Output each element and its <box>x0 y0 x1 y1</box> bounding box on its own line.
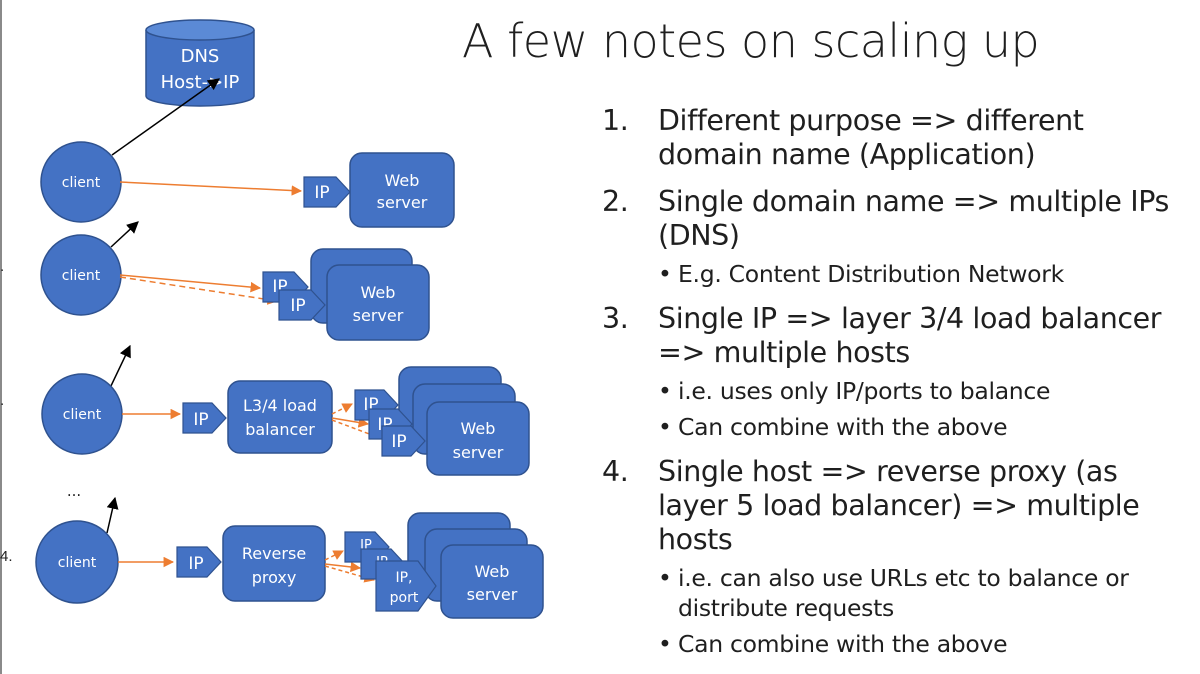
web-server-label: server <box>377 193 428 212</box>
sub-item: E.g. Content Distribution Network <box>658 259 1190 289</box>
slide: . . 4. DNS Host->IP client IP Web server… <box>0 0 1200 674</box>
web-server-box <box>326 264 430 341</box>
load-balancer-label: L3/4 load <box>243 396 317 415</box>
row-3: client IP L3/4 load balancer IP IP Web s… <box>41 366 530 476</box>
note-text: Different purpose => different domain na… <box>658 104 1084 171</box>
web-server-label: server <box>467 585 518 604</box>
note-text: Single IP => layer 3/4 load balancer => … <box>658 302 1162 369</box>
sub-item: i.e. uses only IP/ports to balance <box>658 376 1190 406</box>
note-text: Single domain name => multiple IPs (DNS) <box>658 185 1169 252</box>
note-item: 1. Different purpose => different domain… <box>600 104 1190 172</box>
forward-arrow <box>331 403 353 415</box>
dns-lookup-arrow <box>106 496 119 534</box>
web-server-box <box>440 544 544 619</box>
ip-label: IP <box>391 432 406 452</box>
dns-label: DNS <box>181 46 220 67</box>
request-arrow <box>119 274 262 293</box>
dns-lookup-arrow <box>109 344 131 389</box>
forward-arrow <box>324 561 362 573</box>
ip-label: IP <box>314 183 329 203</box>
ip-port-label: IP, <box>395 570 412 586</box>
client-label: client <box>63 407 102 423</box>
note-number: 3. <box>602 302 629 335</box>
request-arrow-dashed <box>119 276 279 305</box>
notes-list: 1. Different purpose => different domain… <box>600 104 1190 659</box>
web-server-label: server <box>353 306 404 325</box>
note-number: 1. <box>602 104 629 137</box>
forward-arrow <box>324 550 344 561</box>
client-label: client <box>62 175 101 191</box>
note-item: 3. Single IP => layer 3/4 load balancer … <box>600 302 1190 442</box>
ip-port-label: port <box>390 590 419 606</box>
row-1: client IP Web server <box>40 141 455 228</box>
row-2: client IP Web server IP <box>40 234 430 341</box>
row-4: client IP Reverse proxy IP IP Web server… <box>35 512 544 619</box>
client-label: client <box>62 268 101 284</box>
note-text: Single host => reverse proxy (as layer 5… <box>658 455 1140 556</box>
ip-label: IP <box>290 296 305 316</box>
dns-lookup-arrow <box>110 221 139 248</box>
note-item: 2. Single domain name => multiple IPs (D… <box>600 185 1190 289</box>
load-balancer-box <box>227 380 333 454</box>
web-server-label: Web <box>475 562 510 581</box>
sub-list: i.e. can also use URLs etc to balance or… <box>658 563 1190 659</box>
load-balancer-label: balancer <box>245 420 315 439</box>
note-number: 4. <box>602 455 629 488</box>
ip-label: IP <box>193 410 208 430</box>
note-item: 4. Single host => reverse proxy (as laye… <box>600 455 1190 659</box>
web-server-label: Web <box>461 419 496 438</box>
web-server-box <box>349 152 455 228</box>
sub-list: E.g. Content Distribution Network <box>658 259 1190 289</box>
web-server-box <box>426 401 530 476</box>
reverse-proxy-label: Reverse <box>242 544 306 563</box>
sub-item: i.e. can also use URLs etc to balance or… <box>658 563 1190 623</box>
reverse-proxy-box <box>222 525 326 602</box>
reverse-proxy-label: proxy <box>252 568 297 587</box>
ip-label: IP <box>188 554 203 574</box>
request-arrow <box>119 181 303 196</box>
note-number: 2. <box>602 185 629 218</box>
client-label: client <box>58 555 97 571</box>
slide-title: A few notes on scaling up <box>462 14 1040 68</box>
dns-sublabel: Host->IP <box>161 72 240 93</box>
sub-item: Can combine with the above <box>658 629 1190 659</box>
ellipsis: ... <box>67 482 81 500</box>
web-server-label: Web <box>385 171 420 190</box>
sub-item: Can combine with the above <box>658 412 1190 442</box>
web-server-label: server <box>453 443 504 462</box>
sub-list: i.e. uses only IP/ports to balance Can c… <box>658 376 1190 442</box>
scaling-diagram: DNS Host->IP client IP Web server client <box>35 19 544 619</box>
web-server-label: Web <box>361 283 396 302</box>
